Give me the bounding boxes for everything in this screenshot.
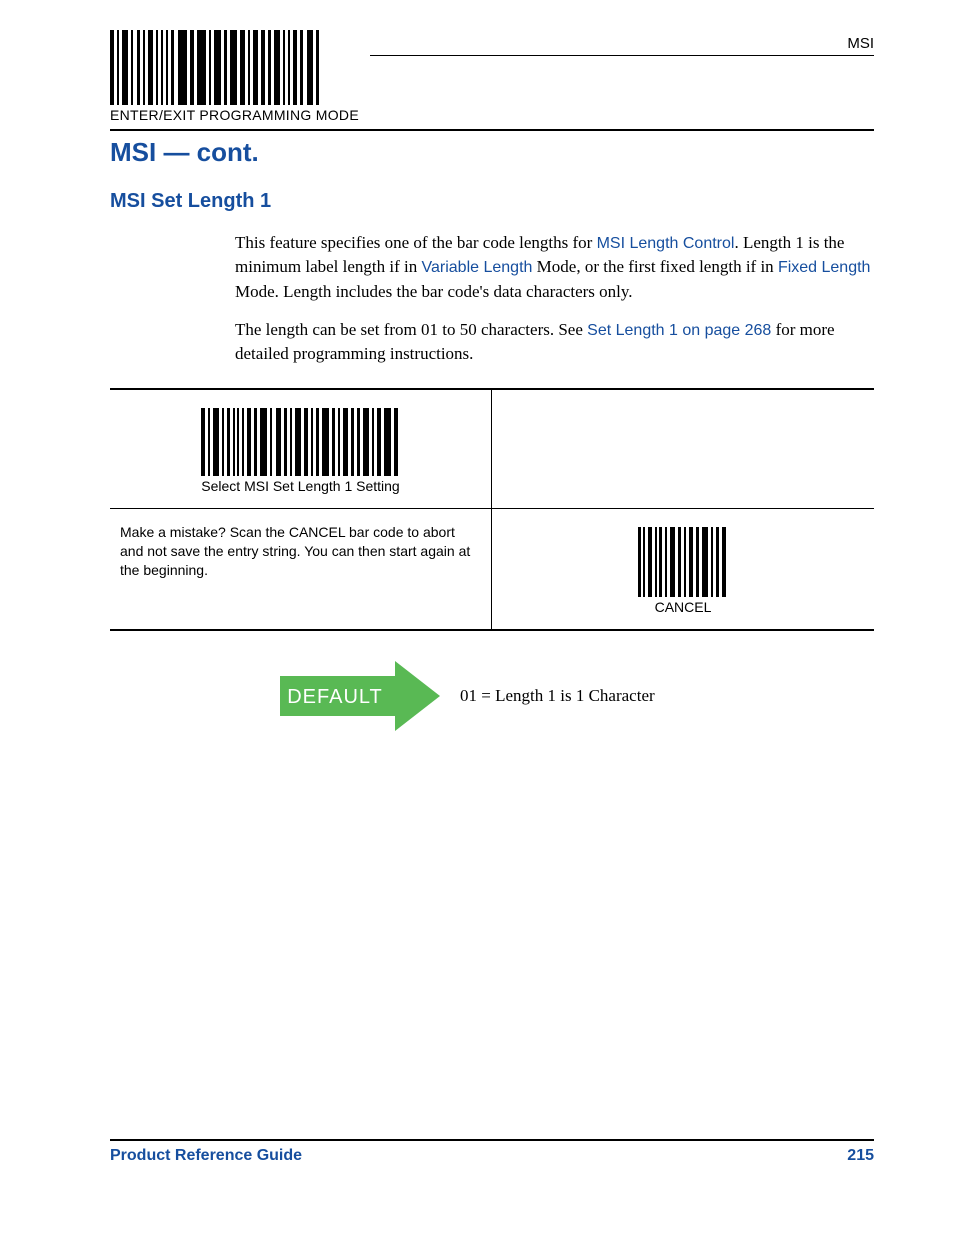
- link-set-length-1-page[interactable]: Set Length 1 on page 268: [587, 322, 771, 339]
- body-text: This feature specifies one of the bar co…: [235, 231, 874, 366]
- footer-page-number: 215: [847, 1147, 874, 1165]
- select-setting-label: Select MSI Set Length 1 Setting: [201, 478, 399, 494]
- footer-guide: Product Reference Guide: [110, 1147, 302, 1165]
- section-title: MSI — cont.: [110, 137, 874, 168]
- title-rule: [110, 129, 874, 131]
- barcode-icon: [110, 30, 325, 105]
- header-rule: [370, 55, 874, 56]
- cancel-instruction-cell: Make a mistake? Scan the CANCEL bar code…: [110, 509, 492, 629]
- link-variable-length[interactable]: Variable Length: [422, 259, 533, 276]
- select-setting-cell: Select MSI Set Length 1 Setting: [110, 390, 492, 508]
- table-row: Make a mistake? Scan the CANCEL bar code…: [110, 508, 874, 629]
- paragraph-1: This feature specifies one of the bar co…: [235, 231, 874, 304]
- paragraph-2: The length can be set from 01 to 50 char…: [235, 318, 874, 366]
- barcode-icon: [201, 408, 401, 476]
- default-row: DEFAULT 01 = Length 1 is 1 Character: [110, 661, 874, 731]
- table-row: Select MSI Set Length 1 Setting: [110, 390, 874, 508]
- default-arrow-label: DEFAULT: [287, 686, 383, 708]
- enter-exit-barcode-label: ENTER/EXIT PROGRAMMING MODE: [110, 107, 874, 123]
- link-fixed-length[interactable]: Fixed Length: [778, 259, 871, 276]
- cancel-barcode-cell: CANCEL: [492, 509, 874, 629]
- footer: Product Reference Guide 215: [110, 1139, 874, 1165]
- default-arrow: DEFAULT: [110, 661, 448, 731]
- barcode-icon: [638, 527, 728, 597]
- enter-exit-barcode: ENTER/EXIT PROGRAMMING MODE: [110, 30, 874, 123]
- link-msi-length-control[interactable]: MSI Length Control: [597, 235, 735, 252]
- empty-cell: [492, 390, 874, 508]
- default-text: 01 = Length 1 is 1 Character: [460, 686, 655, 706]
- header-right-label: MSI: [847, 35, 874, 52]
- subsection-title: MSI Set Length 1: [110, 190, 874, 213]
- arrow-right-icon: DEFAULT: [280, 661, 440, 731]
- page: MSI: [0, 0, 954, 1235]
- cancel-instruction-text: Make a mistake? Scan the CANCEL bar code…: [120, 523, 481, 580]
- barcode-table: Select MSI Set Length 1 Setting Make a m…: [110, 388, 874, 631]
- cancel-barcode-label: CANCEL: [655, 599, 712, 615]
